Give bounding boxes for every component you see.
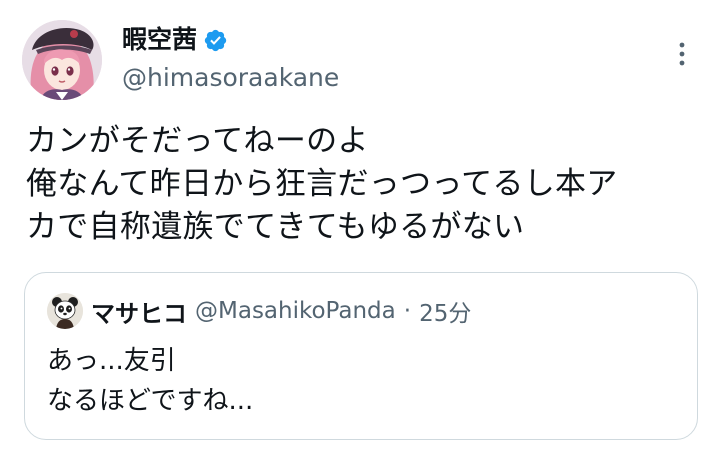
quoted-tweet-timestamp[interactable]: 25分 — [419, 294, 471, 328]
author-handle[interactable]: @himasoraakane — [122, 62, 339, 94]
more-options-button[interactable] — [662, 38, 702, 70]
anime-girl-avatar-icon — [22, 20, 102, 100]
quoted-author-avatar[interactable] — [47, 293, 83, 329]
author-display-name[interactable]: 暇空茜 — [122, 24, 197, 56]
author-avatar[interactable] — [22, 20, 102, 100]
quoted-author-display-name[interactable]: マサヒコ — [91, 294, 187, 329]
tweet-card: 暇空茜 @himasoraakane カンがそだってねーのよ 俺なんて昨日から狂… — [0, 0, 720, 468]
panda-avatar-icon — [47, 293, 83, 329]
quoted-tweet-header: マサヒコ @MasahikoPanda · 25分 — [47, 293, 471, 329]
tweet-text: カンがそだってねーのよ 俺なんて昨日から狂言だっつってるし本ア カで自称遺族でて… — [26, 123, 618, 245]
more-vertical-icon — [679, 42, 685, 66]
quoted-author-handle[interactable]: @MasahikoPanda — [195, 298, 396, 324]
quoted-separator-dot: · — [403, 298, 412, 324]
verified-badge-icon — [204, 29, 227, 51]
quoted-tweet-card[interactable]: マサヒコ @MasahikoPanda · 25分 あっ...友引 なるほどです… — [24, 272, 698, 440]
author-name-row: 暇空茜 — [122, 24, 228, 56]
quoted-tweet-text: あっ...友引 なるほどですね... — [47, 346, 254, 416]
